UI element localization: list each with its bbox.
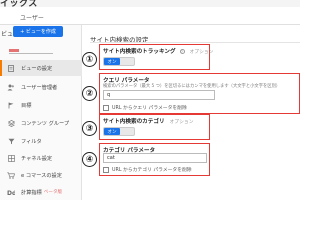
filter-icon — [7, 138, 15, 145]
optional-badge: オプション — [169, 120, 194, 125]
toggle-on-state: オン — [104, 128, 120, 135]
document-icon — [7, 64, 15, 72]
sidebar-item-goals[interactable]: 目標 — [0, 97, 82, 113]
flag-icon — [7, 102, 15, 109]
strip-query-param-label: URL からクエリ パラメータを削除 — [112, 106, 187, 111]
strip-category-param-label: URL からカテゴリ パラメータを削除 — [112, 168, 192, 173]
sidebar-item-label: チャネル設定 — [21, 155, 53, 162]
strip-category-param-row[interactable]: URL からカテゴリ パラメータを削除 — [103, 166, 192, 173]
category-param-input[interactable]: cat — [103, 153, 207, 163]
strip-category-param-checkbox[interactable] — [103, 166, 109, 173]
sidebar-item-content-grouping[interactable]: コンテンツ グループ — [0, 115, 82, 131]
sidebar-item-label: e コマースの設定 — [21, 172, 62, 179]
category-label: サイト内検索のカテゴリ — [103, 119, 165, 125]
query-param-input[interactable]: q — [103, 90, 215, 100]
tracking-section: サイト内検索のトラッキング ? オプション — [103, 47, 213, 55]
strip-query-param-checkbox[interactable] — [103, 104, 109, 111]
calculator-icon: Dd — [7, 189, 15, 196]
cart-icon — [7, 172, 15, 179]
sidebar-item-view-settings[interactable]: ビューの設定 — [0, 60, 82, 76]
toggle-on-state: オン — [104, 58, 120, 65]
category-section: サイト内検索のカテゴリ オプション — [103, 117, 194, 125]
app-title-fragment: イックス — [0, 0, 38, 9]
view-selector[interactable] — [9, 48, 53, 54]
create-view-button[interactable]: + ビューを作成 — [13, 26, 63, 37]
sidebar-item-label: フィルタ — [21, 138, 42, 145]
sidebar-item-label: ビューの設定 — [21, 65, 53, 72]
sidebar-item-ecommerce-settings[interactable]: e コマースの設定 — [0, 167, 82, 183]
sidebar-item-label: コンテンツ グループ — [21, 120, 70, 127]
sidebar-item-channel-settings[interactable]: チャネル設定 — [0, 150, 82, 166]
sidebar-item-label: ユーザー管理者 — [21, 84, 58, 91]
svg-text:Dd: Dd — [7, 190, 15, 196]
sidebar-item-label: 目標 — [21, 102, 32, 109]
content-group-icon — [7, 119, 15, 127]
annotation-marker-1: ① — [82, 52, 97, 67]
help-icon[interactable]: ? — [179, 48, 185, 54]
sidebar-item-user-management[interactable]: ユーザー管理者 — [0, 79, 82, 95]
users-icon — [7, 84, 15, 91]
tracking-toggle[interactable]: オン — [103, 57, 135, 66]
category-toggle[interactable]: オン — [103, 127, 135, 136]
tab-user[interactable]: ユーザー — [20, 13, 44, 22]
annotation-marker-4: ④ — [82, 152, 97, 167]
title-divider — [90, 42, 300, 43]
annotation-marker-2: ② — [82, 86, 97, 101]
view-selector-value — [9, 49, 19, 52]
beta-badge: ベータ版 — [43, 190, 63, 195]
sidebar-item-filters[interactable]: フィルタ — [0, 133, 82, 149]
sidebar-item-calculated-metrics[interactable]: Dd 計算指標 ベータ版 — [0, 184, 82, 200]
top-bar: イックス — [0, 0, 300, 9]
query-param-description: 検索のパラメータ（最大 5 つ）を区切るにはカンマを使用します（大文字と小文字を… — [103, 84, 281, 89]
sidebar-item-label: 計算指標 — [21, 189, 42, 196]
annotation-marker-3: ③ — [82, 121, 97, 136]
tracking-label: サイト内検索のトラッキング — [103, 49, 176, 55]
strip-query-param-row[interactable]: URL からクエリ パラメータを削除 — [103, 104, 187, 111]
optional-badge: オプション — [189, 50, 214, 55]
channel-icon — [7, 154, 15, 162]
